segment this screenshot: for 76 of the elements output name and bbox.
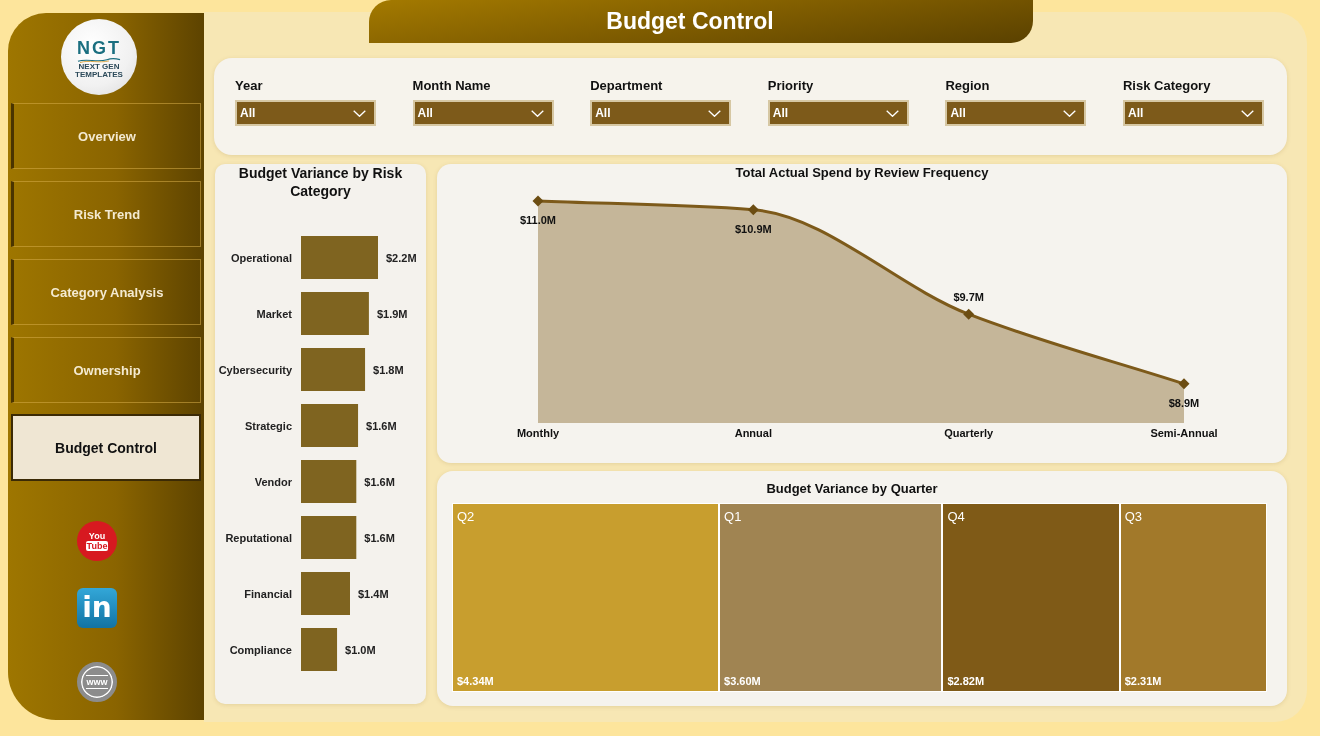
category-label: Strategic <box>244 419 292 432</box>
value-label: $1.9M <box>376 307 408 320</box>
filter-label: Priority <box>767 78 815 94</box>
value-label: $2.2M <box>386 251 417 264</box>
chevron-down-icon <box>353 109 366 117</box>
nav-item[interactable]: Risk Trend <box>11 181 201 247</box>
tile-value: $3.60M <box>724 674 761 688</box>
dropdown[interactable]: All <box>945 100 1087 126</box>
bar <box>301 292 369 335</box>
bar <box>301 572 350 615</box>
dropdown[interactable]: All <box>590 100 732 126</box>
category-label: Vendor <box>254 475 292 488</box>
value-label: $9.7M <box>953 291 984 304</box>
tile-label: Q4 <box>947 509 965 525</box>
category-label: Compliance <box>229 643 292 656</box>
bar <box>301 348 366 391</box>
nav-item[interactable]: Budget Control <box>11 414 201 481</box>
category-label: Operational <box>230 251 292 264</box>
value-label: $1.6M <box>364 475 395 488</box>
value-label: $1.0M <box>345 643 376 656</box>
dropdown[interactable]: All <box>767 100 909 126</box>
tile-label: Q1 <box>724 509 742 525</box>
chevron-down-icon <box>530 109 544 117</box>
filter-label: Region <box>945 78 991 94</box>
chevron-down-icon <box>708 109 722 117</box>
data-point <box>532 195 544 207</box>
wave-icon <box>77 57 121 63</box>
dropdown[interactable]: All <box>412 100 554 126</box>
value-label: $1.4M <box>358 587 389 600</box>
chevron-down-icon <box>885 109 899 117</box>
dropdown[interactable]: All <box>1122 100 1264 126</box>
bar <box>301 516 357 559</box>
filter-label: Risk Category <box>1122 78 1212 94</box>
logo-text: NGT <box>77 38 121 58</box>
tile-value: $2.82M <box>947 674 985 688</box>
value-label: $1.6M <box>364 531 395 544</box>
filter-label: Department <box>590 78 664 94</box>
logo-tagline: NEXT GEN TEMPLATES <box>74 62 124 79</box>
data-point <box>747 204 759 216</box>
chevron-down-icon <box>1240 109 1254 117</box>
axis-label: Monthly <box>516 427 560 439</box>
axis-label: Annual <box>734 427 772 439</box>
axis-label: Quarterly <box>944 427 994 439</box>
youtube-link[interactable]: You Tube <box>77 521 117 561</box>
tile-value: $4.34M <box>457 674 494 688</box>
page-title: Budget Control <box>369 0 1033 43</box>
value-label: $1.8M <box>373 363 404 376</box>
bar <box>301 628 338 671</box>
linkedin-link[interactable]: in <box>77 588 117 628</box>
tile-label: Q2 <box>457 509 475 525</box>
value-label: $10.9M <box>735 222 772 235</box>
chart-title: Budget Variance by Risk Category <box>237 164 404 200</box>
category-label: Financial <box>244 587 292 600</box>
chevron-down-icon <box>1063 109 1077 117</box>
nav-item[interactable]: Ownership <box>11 337 201 403</box>
value-label: $1.6M <box>366 419 397 432</box>
category-label: Market <box>256 307 292 320</box>
chart-title: Budget Variance by Quarter <box>766 480 938 498</box>
filter-label: Month Name <box>412 78 492 94</box>
category-label: Cybersecurity <box>218 363 292 376</box>
tile-value: $2.31M <box>1124 674 1162 688</box>
tile-label: Q3 <box>1124 509 1143 525</box>
nav-item[interactable]: Category Analysis <box>11 259 201 325</box>
bar <box>301 460 357 503</box>
dropdown[interactable]: All <box>235 100 376 126</box>
nav-item[interactable]: Overview <box>11 103 201 169</box>
chart-title: Total Actual Spend by Review Frequency <box>735 164 989 182</box>
value-label: $8.9M <box>1168 396 1200 409</box>
axis-label: Semi-Annual <box>1150 427 1218 439</box>
filter-label: Year <box>235 78 264 94</box>
data-point <box>1178 378 1190 390</box>
website-link[interactable]: www <box>77 662 117 702</box>
value-label: $11.0M <box>519 214 557 226</box>
data-point <box>963 308 975 320</box>
category-label: Reputational <box>225 531 292 544</box>
bar <box>301 404 359 447</box>
